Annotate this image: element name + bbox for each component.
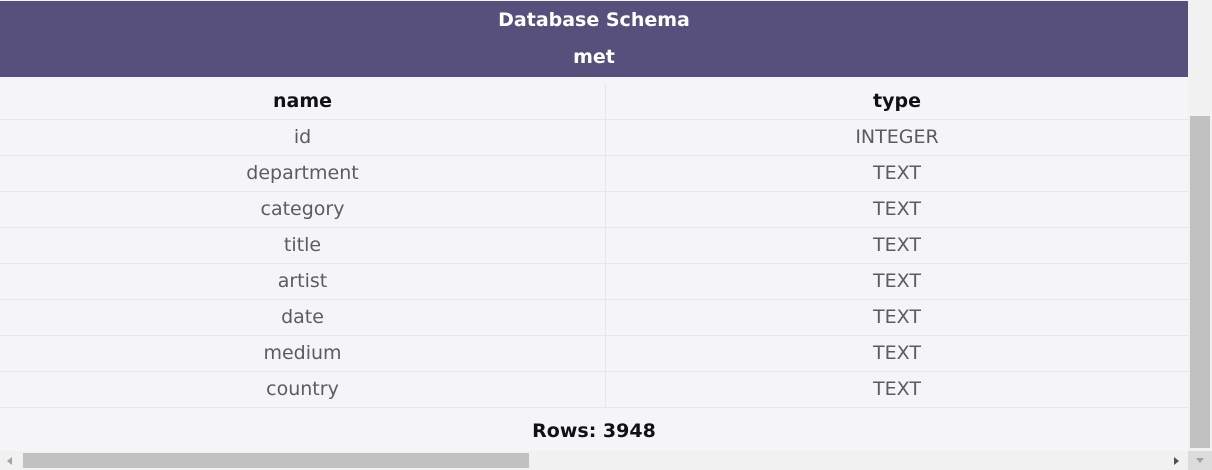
cell-name: id: [0, 120, 606, 155]
page-title: Database Schema: [498, 9, 690, 31]
cell-type: TEXT: [873, 234, 921, 256]
table-row: country TEXT: [0, 372, 1212, 408]
table-row: title TEXT: [0, 228, 1212, 264]
cell-name: date: [0, 300, 606, 335]
table-header-row: name type: [0, 84, 1212, 120]
cell-type: TEXT: [873, 198, 921, 220]
table-name: met: [573, 46, 615, 68]
cell-type: TEXT: [873, 270, 921, 292]
scroll-left-arrow-icon[interactable]: [7, 457, 12, 465]
cell-name: country: [0, 372, 606, 407]
scroll-right-arrow-icon[interactable]: [1174, 457, 1179, 465]
cell-type: TEXT: [873, 162, 921, 184]
cell-name: department: [0, 156, 606, 191]
table-row: artist TEXT: [0, 264, 1212, 300]
table-row: medium TEXT: [0, 336, 1212, 372]
cell-type: INTEGER: [855, 126, 939, 148]
cell-name: title: [0, 228, 606, 263]
column-header-name: name: [0, 84, 606, 119]
cell-name: artist: [0, 264, 606, 299]
cell-name: medium: [0, 336, 606, 371]
scroll-down-arrow-icon[interactable]: [1196, 458, 1204, 463]
rows-count: Rows: 3948: [532, 420, 656, 442]
vertical-scrollbar[interactable]: [1188, 0, 1212, 451]
vertical-scroll-thumb[interactable]: [1190, 116, 1210, 448]
column-header-type: type: [873, 90, 921, 112]
table-row: department TEXT: [0, 156, 1212, 192]
cell-type: TEXT: [873, 378, 921, 400]
horizontal-scroll-thumb[interactable]: [23, 453, 529, 468]
cell-name: category: [0, 192, 606, 227]
table-row: date TEXT: [0, 300, 1212, 336]
schema-table: name type id INTEGER department TEXT cat…: [0, 84, 1212, 408]
table-row: category TEXT: [0, 192, 1212, 228]
table-row: id INTEGER: [0, 120, 1212, 156]
schema-viewport: Database Schema met name type id INTEGER…: [0, 0, 1212, 470]
cell-type: TEXT: [873, 342, 921, 364]
cell-type: TEXT: [873, 306, 921, 328]
schema-content: Database Schema met name type id INTEGER…: [0, 0, 1212, 451]
schema-header: Database Schema met: [0, 1, 1188, 77]
horizontal-scrollbar[interactable]: [0, 451, 1188, 470]
